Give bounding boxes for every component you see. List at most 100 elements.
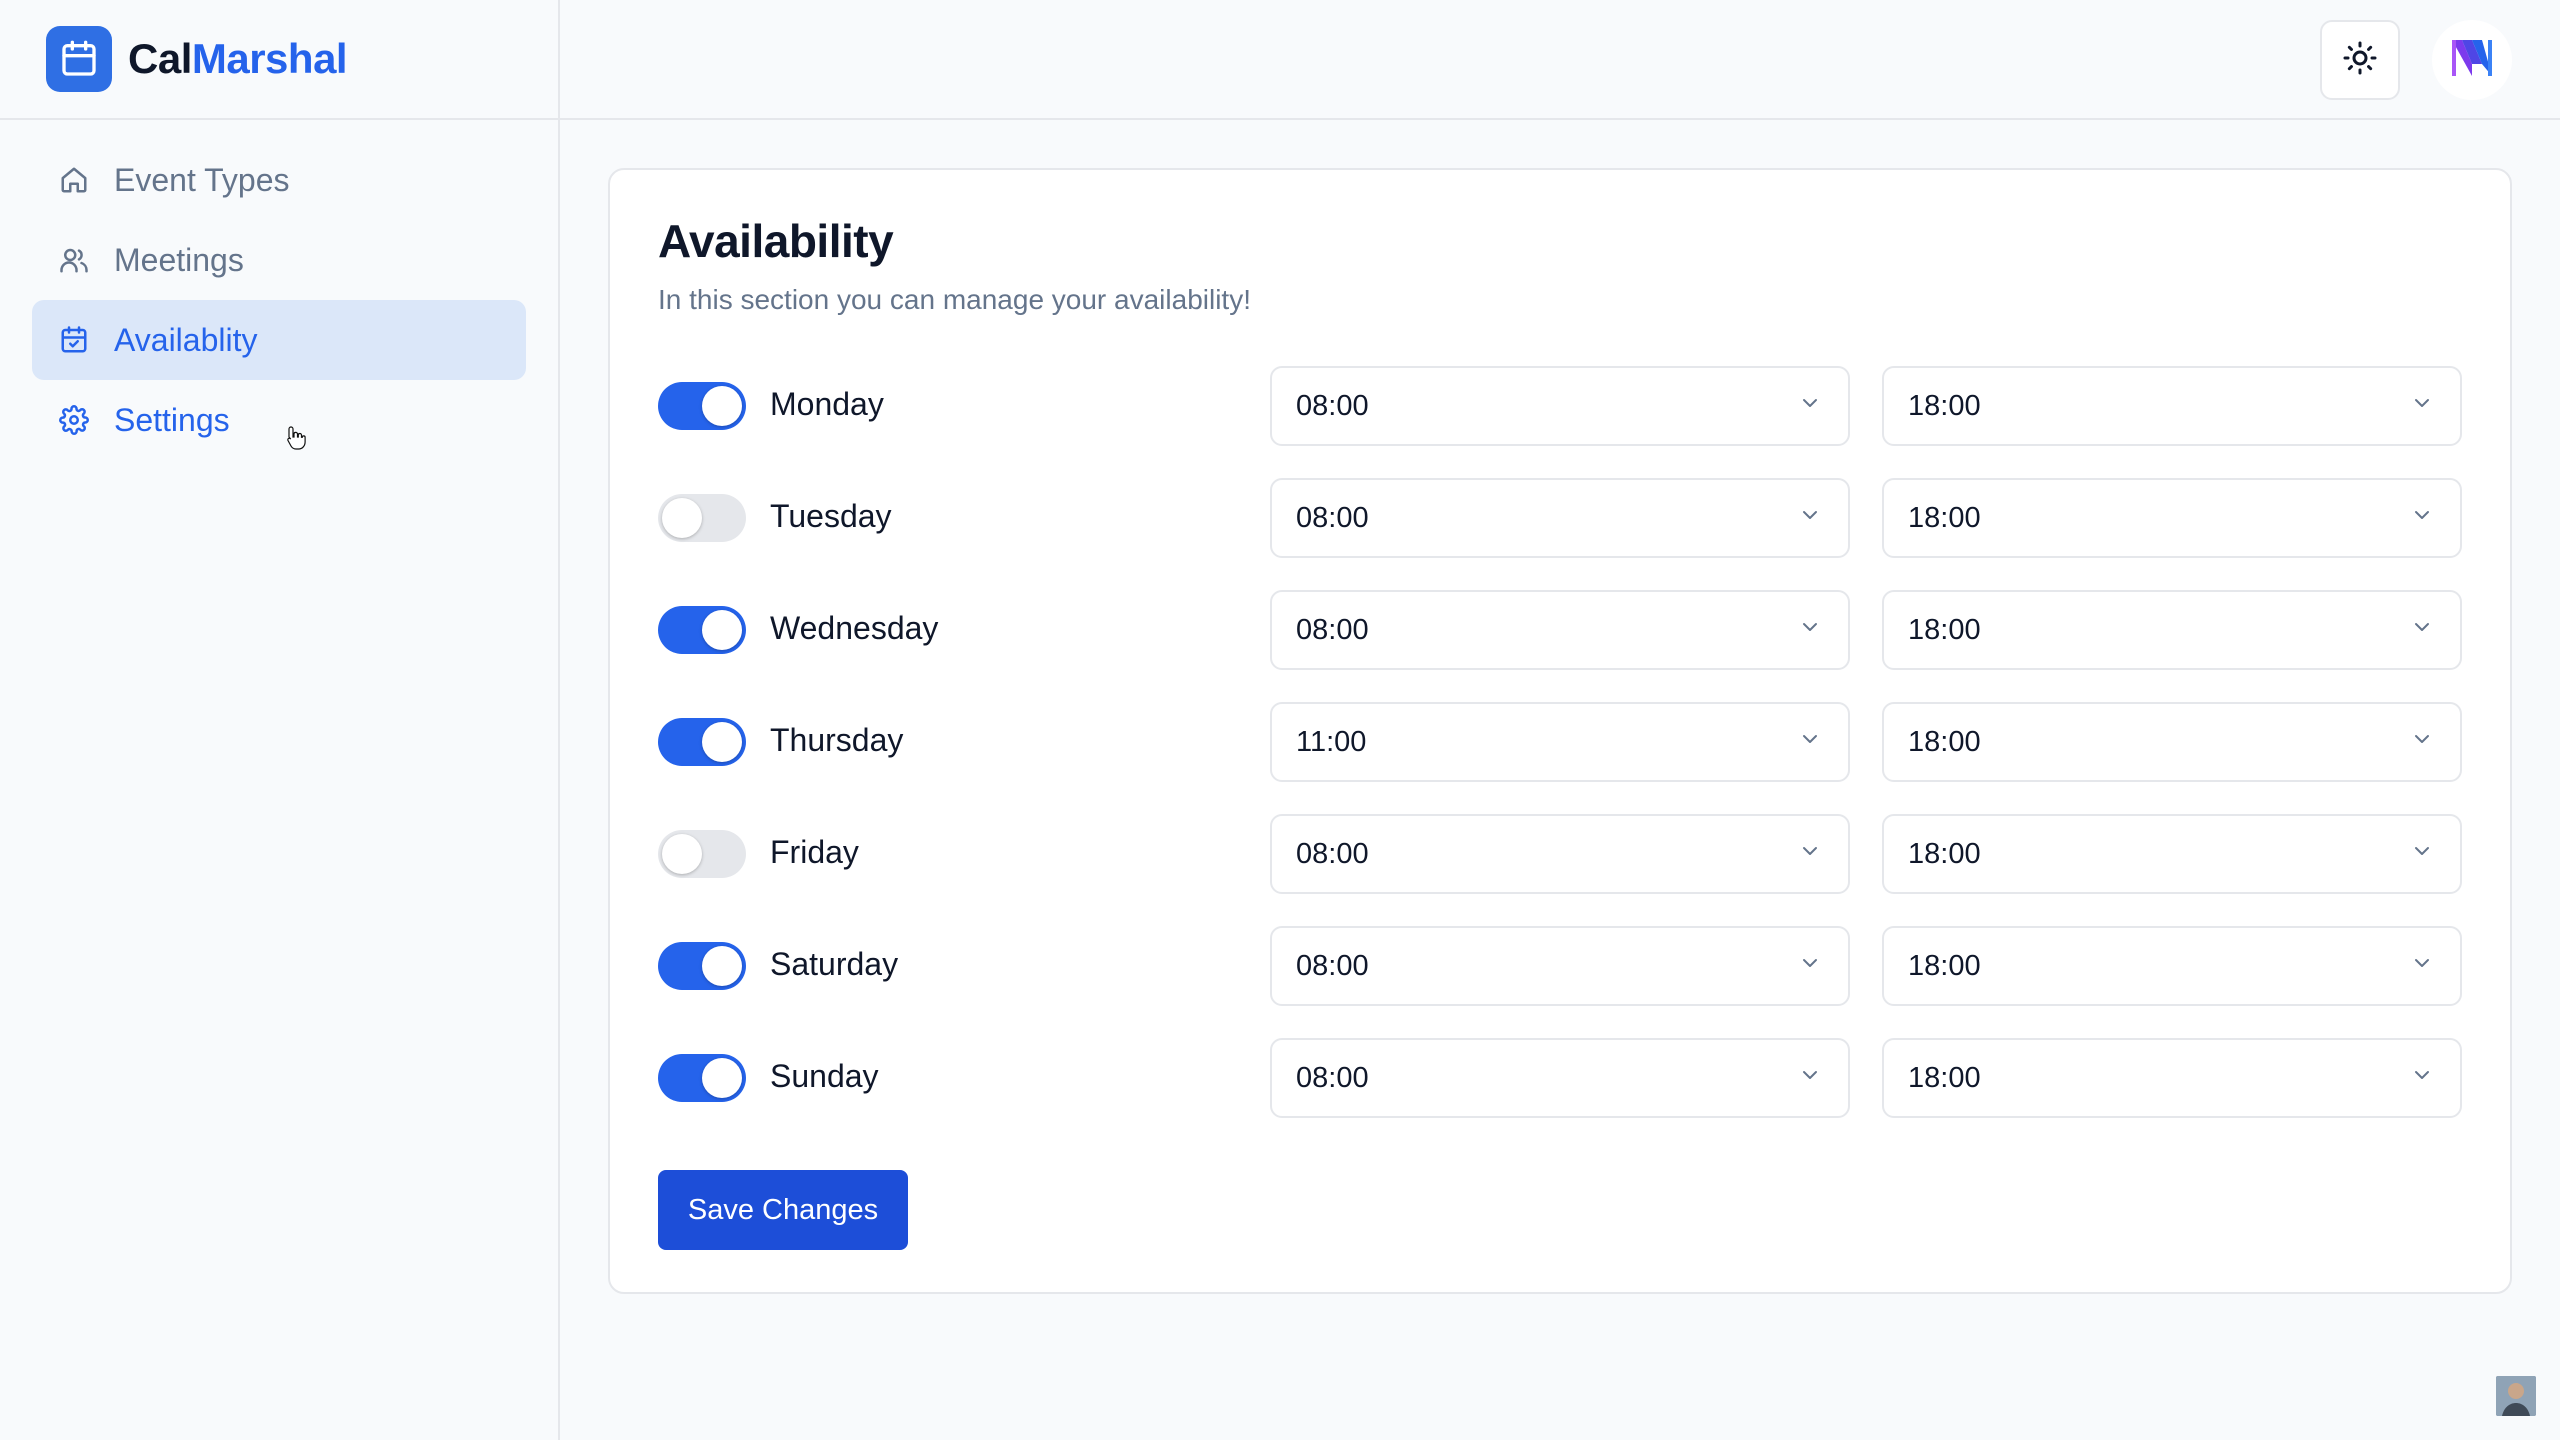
sidebar-nav: Event Types Meetings Availablity Setting… xyxy=(0,120,558,480)
home-icon xyxy=(56,162,92,198)
day-row-thursday: Thursday 11:00 18:00 xyxy=(658,702,2478,814)
start-time-select[interactable]: 11:00 xyxy=(1270,702,1850,782)
end-time-select[interactable]: 18:00 xyxy=(1882,926,2462,1006)
chevron-down-icon xyxy=(2410,1062,2434,1095)
day-row-friday: Friday 08:00 18:00 xyxy=(658,814,2478,926)
day-row-wednesday: Wednesday 08:00 18:00 xyxy=(658,590,2478,702)
end-time-select[interactable]: 18:00 xyxy=(1882,702,2462,782)
day-row-saturday: Saturday 08:00 18:00 xyxy=(658,926,2478,1038)
page-title: Availability xyxy=(658,215,894,267)
start-time-value: 08:00 xyxy=(1296,501,1369,534)
start-time-value: 08:00 xyxy=(1296,389,1369,422)
day-toggle[interactable] xyxy=(658,494,746,542)
day-label: Monday xyxy=(770,386,884,422)
toggle-knob xyxy=(702,1058,742,1098)
day-toggle[interactable] xyxy=(658,718,746,766)
webcam-thumbnail xyxy=(2496,1376,2536,1416)
chevron-down-icon xyxy=(1798,950,1822,983)
day-label: Tuesday xyxy=(770,498,892,534)
users-icon xyxy=(56,242,92,278)
end-time-select[interactable]: 18:00 xyxy=(1882,366,2462,446)
start-time-select[interactable]: 08:00 xyxy=(1270,478,1850,558)
start-time-select[interactable]: 08:00 xyxy=(1270,590,1850,670)
end-time-value: 18:00 xyxy=(1908,389,1981,422)
brand-name: CalMarshal xyxy=(128,35,348,83)
toggle-knob xyxy=(702,386,742,426)
sidebar-item-availability[interactable]: Availablity xyxy=(32,300,526,380)
sidebar-item-label: Event Types xyxy=(114,161,290,198)
chevron-down-icon xyxy=(2410,390,2434,423)
end-time-select[interactable]: 18:00 xyxy=(1882,814,2462,894)
chevron-down-icon xyxy=(1798,726,1822,759)
start-time-value: 08:00 xyxy=(1296,613,1369,646)
theme-toggle-button[interactable] xyxy=(2320,20,2400,100)
gear-icon xyxy=(56,402,92,438)
chevron-down-icon xyxy=(1798,1062,1822,1095)
chevron-down-icon xyxy=(1798,614,1822,647)
end-time-select[interactable]: 18:00 xyxy=(1882,590,2462,670)
sidebar: CalMarshal Event Types Meetings Availabl… xyxy=(0,0,560,1440)
day-label: Sunday xyxy=(770,1058,879,1094)
availability-card: Availability In this section you can man… xyxy=(608,168,2512,1294)
availability-rows: Monday 08:00 18:00 Tuesday 08:00 18:00 W… xyxy=(658,366,2478,1150)
chevron-down-icon xyxy=(2410,726,2434,759)
sidebar-item-label: Meetings xyxy=(114,241,244,278)
toggle-knob xyxy=(702,610,742,650)
save-changes-button[interactable]: Save Changes xyxy=(658,1170,908,1250)
day-toggle[interactable] xyxy=(658,382,746,430)
end-time-select[interactable]: 18:00 xyxy=(1882,478,2462,558)
chevron-down-icon xyxy=(1798,838,1822,871)
toggle-knob xyxy=(662,498,702,538)
start-time-select[interactable]: 08:00 xyxy=(1270,926,1850,1006)
end-time-value: 18:00 xyxy=(1908,501,1981,534)
day-toggle[interactable] xyxy=(658,942,746,990)
start-time-value: 08:00 xyxy=(1296,949,1369,982)
chevron-down-icon xyxy=(2410,950,2434,983)
end-time-value: 18:00 xyxy=(1908,725,1981,758)
day-toggle[interactable] xyxy=(658,830,746,878)
start-time-value: 08:00 xyxy=(1296,837,1369,870)
toggle-knob xyxy=(702,946,742,986)
chevron-down-icon xyxy=(2410,502,2434,535)
day-label: Wednesday xyxy=(770,610,939,646)
chevron-down-icon xyxy=(1798,390,1822,423)
day-label: Friday xyxy=(770,834,859,870)
end-time-select[interactable]: 18:00 xyxy=(1882,1038,2462,1118)
sidebar-item-label: Availablity xyxy=(114,321,258,358)
calendar-check-icon xyxy=(56,322,92,358)
page-subtitle: In this section you can manage your avai… xyxy=(658,284,1251,315)
sidebar-item-meetings[interactable]: Meetings xyxy=(32,220,526,300)
brand[interactable]: CalMarshal xyxy=(0,0,558,120)
sidebar-item-settings[interactable]: Settings xyxy=(32,380,526,460)
start-time-value: 11:00 xyxy=(1296,725,1367,758)
day-toggle[interactable] xyxy=(658,1054,746,1102)
chevron-down-icon xyxy=(2410,614,2434,647)
day-row-sunday: Sunday 08:00 18:00 xyxy=(658,1038,2478,1150)
toggle-knob xyxy=(702,722,742,762)
day-label: Thursday xyxy=(770,722,904,758)
start-time-select[interactable]: 08:00 xyxy=(1270,366,1850,446)
day-row-tuesday: Tuesday 08:00 18:00 xyxy=(658,478,2478,590)
calendar-logo-icon xyxy=(46,26,112,92)
end-time-value: 18:00 xyxy=(1908,949,1981,982)
day-toggle[interactable] xyxy=(658,606,746,654)
chevron-down-icon xyxy=(1798,502,1822,535)
top-header xyxy=(560,0,2560,120)
user-logo-icon xyxy=(2448,36,2496,85)
day-row-monday: Monday 08:00 18:00 xyxy=(658,366,2478,478)
brand-name-part1: Cal xyxy=(128,35,192,82)
end-time-value: 18:00 xyxy=(1908,1061,1981,1094)
end-time-value: 18:00 xyxy=(1908,613,1981,646)
sidebar-item-event-types[interactable]: Event Types xyxy=(32,140,526,220)
app-root: CalMarshal Event Types Meetings Availabl… xyxy=(0,0,2560,1440)
hand-cursor-icon xyxy=(285,425,307,456)
brand-name-part2: Marshal xyxy=(191,35,348,82)
toggle-knob xyxy=(662,834,702,874)
sidebar-item-label: Settings xyxy=(114,401,230,438)
chevron-down-icon xyxy=(2410,838,2434,871)
start-time-select[interactable]: 08:00 xyxy=(1270,1038,1850,1118)
user-avatar-button[interactable] xyxy=(2432,20,2512,100)
day-label: Saturday xyxy=(770,946,899,982)
start-time-select[interactable]: 08:00 xyxy=(1270,814,1850,894)
end-time-value: 18:00 xyxy=(1908,837,1981,870)
